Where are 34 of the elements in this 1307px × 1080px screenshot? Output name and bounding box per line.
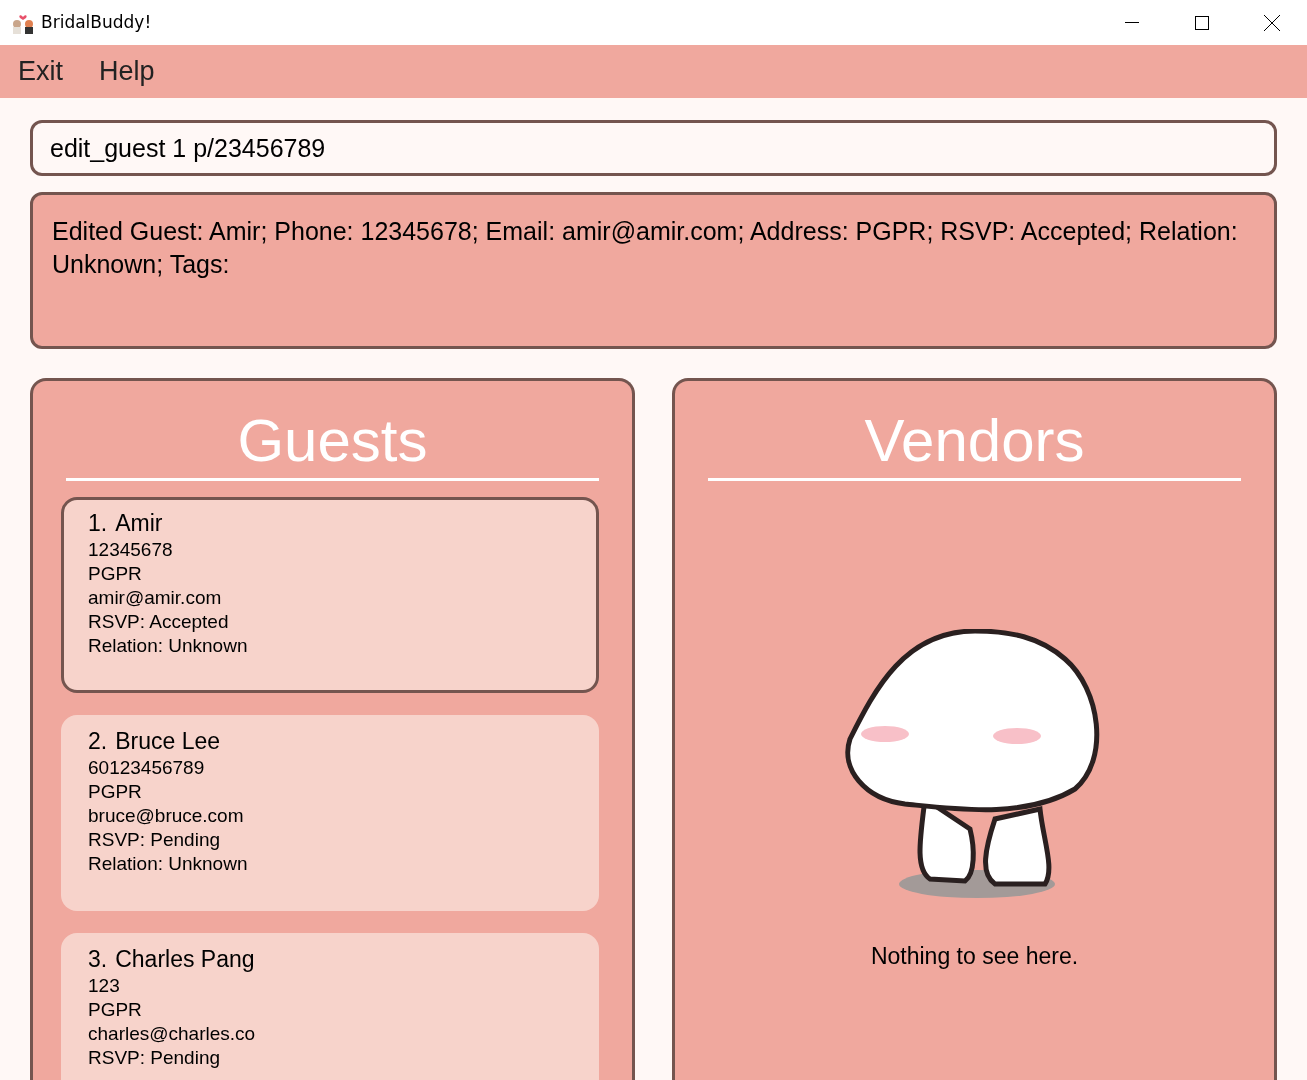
guest-detail: PGPR — [88, 780, 143, 804]
menu-item[interactable]: Exit — [18, 51, 63, 92]
minimize-icon — [1125, 22, 1139, 23]
guest-name: Amir — [115, 509, 163, 538]
guest-detail: RSVP: Pending — [88, 1046, 222, 1070]
guest-detail: RSVP: Pending — [88, 828, 222, 852]
guest-name: Charles Pang — [115, 945, 255, 974]
panel-title: Vendors — [708, 406, 1241, 481]
close-icon — [1264, 14, 1280, 31]
guest-detail: Relation: Unknown — [88, 634, 249, 658]
guest-index: 3. — [88, 945, 108, 974]
guest-detail: RSVP: Accepted — [88, 610, 230, 634]
guest-card[interactable]: 3. Charles Pang 123 PGPR charles@charles.co RSVP: Pending — [61, 933, 599, 1080]
panel-title: Guests — [66, 406, 599, 481]
guest-detail: bruce@bruce.com — [88, 804, 245, 828]
guest-detail: PGPR — [88, 562, 143, 586]
guest-detail: 123 — [88, 974, 121, 998]
menu-item[interactable]: Help — [99, 51, 155, 92]
guest-detail: charles@charles.co — [88, 1022, 257, 1046]
result-display: Edited Guest: Amir; Phone: 12345678; Email: amir@amir.com; Address: PGPR; RSVP: Accepted; Relation: Unknown; Tags: — [30, 192, 1277, 349]
window-title: BridalBuddy! — [41, 10, 152, 34]
guest-detail: 60123456789 — [88, 756, 206, 780]
guest-index: 1. — [88, 509, 108, 538]
empty-message: Nothing to see here. — [870, 942, 1079, 971]
command-field[interactable]: edit_guest 1 p/23456789 — [30, 120, 1277, 176]
guest-detail: amir@amir.com — [88, 586, 223, 610]
guest-name: Bruce Lee — [115, 727, 221, 756]
guest-card[interactable]: 2. Bruce Lee 60123456789 PGPR bruce@bruce.com RSVP: Pending Relation: Unknown — [61, 715, 599, 911]
guest-index: 2. — [88, 727, 108, 756]
guest-card[interactable]: 1. Amir 12345678 PGPR amir@amir.com RSVP: Accepted Relation: Unknown — [61, 497, 599, 693]
guest-detail: Relation: Unknown — [88, 852, 249, 876]
guest-detail: PGPR — [88, 998, 143, 1022]
maximize-icon — [1195, 15, 1209, 30]
guest-detail: 12345678 — [88, 538, 174, 562]
